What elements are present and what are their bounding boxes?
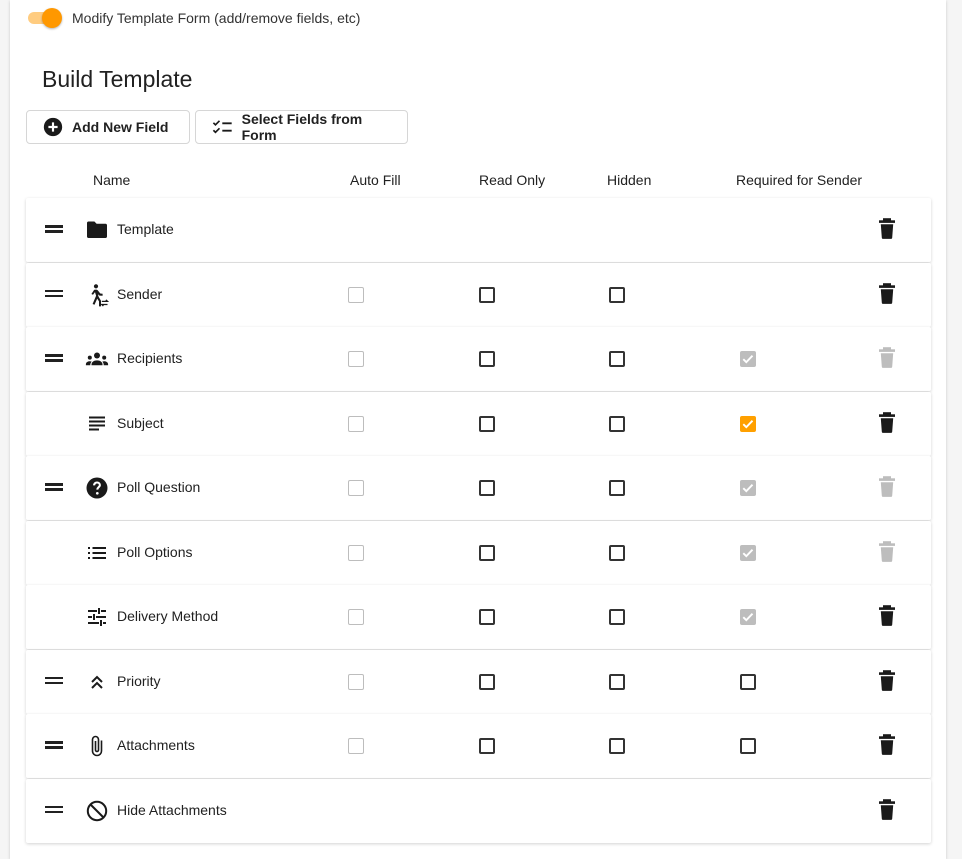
auto-fill-checkbox bbox=[348, 415, 364, 432]
read-only-checkbox[interactable] bbox=[479, 738, 495, 754]
field-name: Delivery Method bbox=[117, 608, 219, 624]
hidden-checkbox[interactable] bbox=[609, 286, 625, 303]
drag-handle-icon[interactable] bbox=[45, 352, 63, 366]
required-for-sender-checkbox bbox=[740, 544, 756, 561]
drag-handle-icon[interactable] bbox=[45, 481, 63, 495]
auto-fill-checkbox bbox=[348, 480, 364, 496]
field-list: Template Sender Recipients Subject Poll Ques… bbox=[26, 198, 931, 843]
checklist-icon bbox=[212, 120, 232, 134]
modify-template-label: Modify Template Form (add/remove fields,… bbox=[72, 10, 361, 26]
column-header-hidden: Hidden bbox=[607, 172, 652, 188]
help-icon bbox=[86, 477, 108, 499]
required-for-sender-checkbox[interactable] bbox=[740, 415, 756, 432]
field-row: Attachments bbox=[26, 714, 931, 778]
field-name: Attachments bbox=[117, 737, 195, 753]
auto-fill-checkbox bbox=[348, 609, 364, 625]
read-only-checkbox[interactable] bbox=[479, 544, 495, 561]
delete-icon bbox=[879, 347, 895, 368]
hidden-checkbox[interactable] bbox=[609, 415, 625, 432]
hidden-checkbox[interactable] bbox=[609, 480, 625, 496]
field-row: Recipients bbox=[26, 327, 931, 391]
add-new-field-label: Add New Field bbox=[72, 119, 169, 135]
table-header: Name Auto Fill Read Only Hidden Required… bbox=[10, 172, 946, 190]
auto-fill-checkbox bbox=[348, 351, 364, 367]
drag-handle-icon[interactable] bbox=[45, 288, 63, 302]
drag-handle-icon[interactable] bbox=[45, 675, 63, 689]
hidden-checkbox[interactable] bbox=[609, 673, 625, 690]
field-name: Sender bbox=[117, 285, 163, 302]
modify-template-toggle-row: Modify Template Form (add/remove fields,… bbox=[26, 8, 360, 28]
read-only-checkbox[interactable] bbox=[479, 351, 495, 367]
hidden-checkbox[interactable] bbox=[609, 738, 625, 754]
delete-icon[interactable] bbox=[877, 603, 897, 627]
read-only-checkbox[interactable] bbox=[479, 415, 495, 432]
column-header-auto-fill: Auto Fill bbox=[350, 172, 401, 188]
drag-handle-icon[interactable] bbox=[45, 223, 63, 237]
read-only-checkbox[interactable] bbox=[479, 673, 495, 690]
field-row: Priority bbox=[26, 649, 931, 714]
block-icon bbox=[86, 800, 108, 821]
column-header-required-for-sender: Required for Sender bbox=[736, 172, 863, 188]
read-only-checkbox[interactable] bbox=[479, 480, 495, 496]
delete-icon[interactable] bbox=[877, 281, 897, 305]
delete-icon[interactable] bbox=[877, 216, 897, 240]
page-title: Build Template bbox=[42, 66, 193, 92]
select-fields-label: Select Fields from Form bbox=[241, 111, 363, 143]
drag-handle-icon[interactable] bbox=[45, 804, 63, 818]
folder-icon bbox=[87, 221, 107, 238]
groups-icon bbox=[85, 352, 109, 366]
field-row: Poll Question bbox=[26, 456, 931, 520]
column-header-name: Name bbox=[93, 172, 131, 188]
field-row: Delivery Method bbox=[26, 585, 931, 649]
field-name: Priority bbox=[117, 672, 161, 689]
delete-icon bbox=[879, 476, 895, 497]
auto-fill-checkbox bbox=[348, 544, 364, 561]
template-builder-panel: Modify Template Form (add/remove fields,… bbox=[10, 0, 946, 859]
hidden-checkbox[interactable] bbox=[609, 544, 625, 561]
field-row: Subject bbox=[26, 391, 931, 456]
delete-icon[interactable] bbox=[877, 668, 897, 692]
field-name: Template bbox=[117, 221, 174, 237]
auto-fill-checkbox bbox=[348, 673, 364, 690]
field-row: Template bbox=[26, 198, 931, 262]
field-name: Hide Attachments bbox=[117, 801, 227, 818]
hidden-checkbox[interactable] bbox=[609, 351, 625, 367]
list-icon bbox=[88, 546, 106, 559]
select-fields-from-form-button[interactable]: Select Fields from Form bbox=[195, 110, 408, 144]
switch-thumb bbox=[42, 8, 62, 28]
read-only-checkbox[interactable] bbox=[479, 609, 495, 625]
drag-handle-icon[interactable] bbox=[45, 739, 63, 753]
add-circle-icon bbox=[43, 117, 63, 137]
required-for-sender-checkbox bbox=[740, 609, 756, 625]
sender-icon bbox=[91, 283, 109, 306]
required-for-sender-checkbox bbox=[740, 480, 756, 496]
delete-icon bbox=[879, 540, 895, 562]
tune-icon bbox=[88, 608, 106, 626]
field-row: Sender bbox=[26, 262, 931, 327]
field-name: Poll Question bbox=[117, 479, 201, 495]
field-row: Hide Attachments bbox=[26, 778, 931, 843]
required-for-sender-checkbox[interactable] bbox=[740, 673, 756, 690]
field-name: Poll Options bbox=[117, 543, 193, 560]
add-new-field-button[interactable]: Add New Field bbox=[26, 110, 190, 144]
column-header-read-only: Read Only bbox=[479, 172, 546, 188]
field-name: Subject bbox=[117, 414, 164, 431]
paperclip-icon bbox=[91, 735, 103, 757]
delete-icon[interactable] bbox=[877, 732, 897, 756]
auto-fill-checkbox bbox=[348, 738, 364, 754]
required-for-sender-checkbox[interactable] bbox=[740, 738, 756, 754]
subject-icon bbox=[89, 416, 105, 430]
delete-icon[interactable] bbox=[877, 410, 897, 434]
field-name: Recipients bbox=[117, 350, 183, 366]
modify-template-switch[interactable] bbox=[26, 8, 64, 28]
chevron-double-up-icon bbox=[91, 675, 103, 689]
required-for-sender-checkbox bbox=[740, 351, 756, 367]
delete-icon[interactable] bbox=[877, 797, 897, 821]
field-row: Poll Options bbox=[26, 520, 931, 585]
hidden-checkbox[interactable] bbox=[609, 609, 625, 625]
read-only-checkbox[interactable] bbox=[479, 286, 495, 303]
auto-fill-checkbox bbox=[348, 286, 364, 303]
